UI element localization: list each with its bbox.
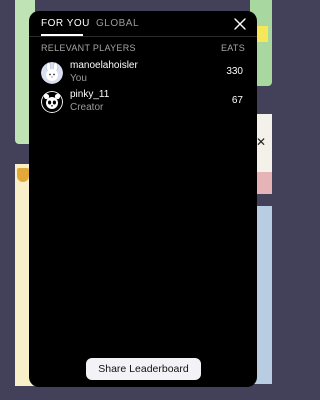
- section-header: RELEVANT PLAYERS EATS: [41, 43, 245, 55]
- player-score: 330: [226, 66, 243, 77]
- player-subtitle: You: [70, 73, 87, 84]
- share-leaderboard-button[interactable]: Share Leaderboard: [86, 358, 201, 380]
- player-row[interactable]: pinky_11 Creator 67: [41, 89, 245, 117]
- pin-icon: ✕: [256, 135, 267, 149]
- player-score: 67: [231, 95, 243, 106]
- leaderboard-modal: FOR YOU GLOBAL RELEVANT PLAYERS EATS man…: [29, 11, 257, 387]
- tab-bar: FOR YOU GLOBAL: [29, 11, 257, 37]
- bunny-avatar-icon: [41, 62, 63, 84]
- tab-for-you[interactable]: FOR YOU: [41, 18, 90, 36]
- player-subtitle: Creator: [70, 102, 104, 113]
- close-icon[interactable]: [233, 17, 247, 31]
- player-name: pinky_11: [70, 89, 110, 100]
- player-name: manoelahoisler: [70, 60, 138, 71]
- section-title: RELEVANT PLAYERS: [41, 43, 136, 53]
- trophy-icon: [17, 168, 29, 182]
- panda-avatar-icon: [41, 91, 63, 113]
- player-row[interactable]: manoelahoisler You 330: [41, 60, 245, 88]
- tab-global[interactable]: GLOBAL: [96, 18, 139, 29]
- metric-column-label: EATS: [220, 43, 245, 53]
